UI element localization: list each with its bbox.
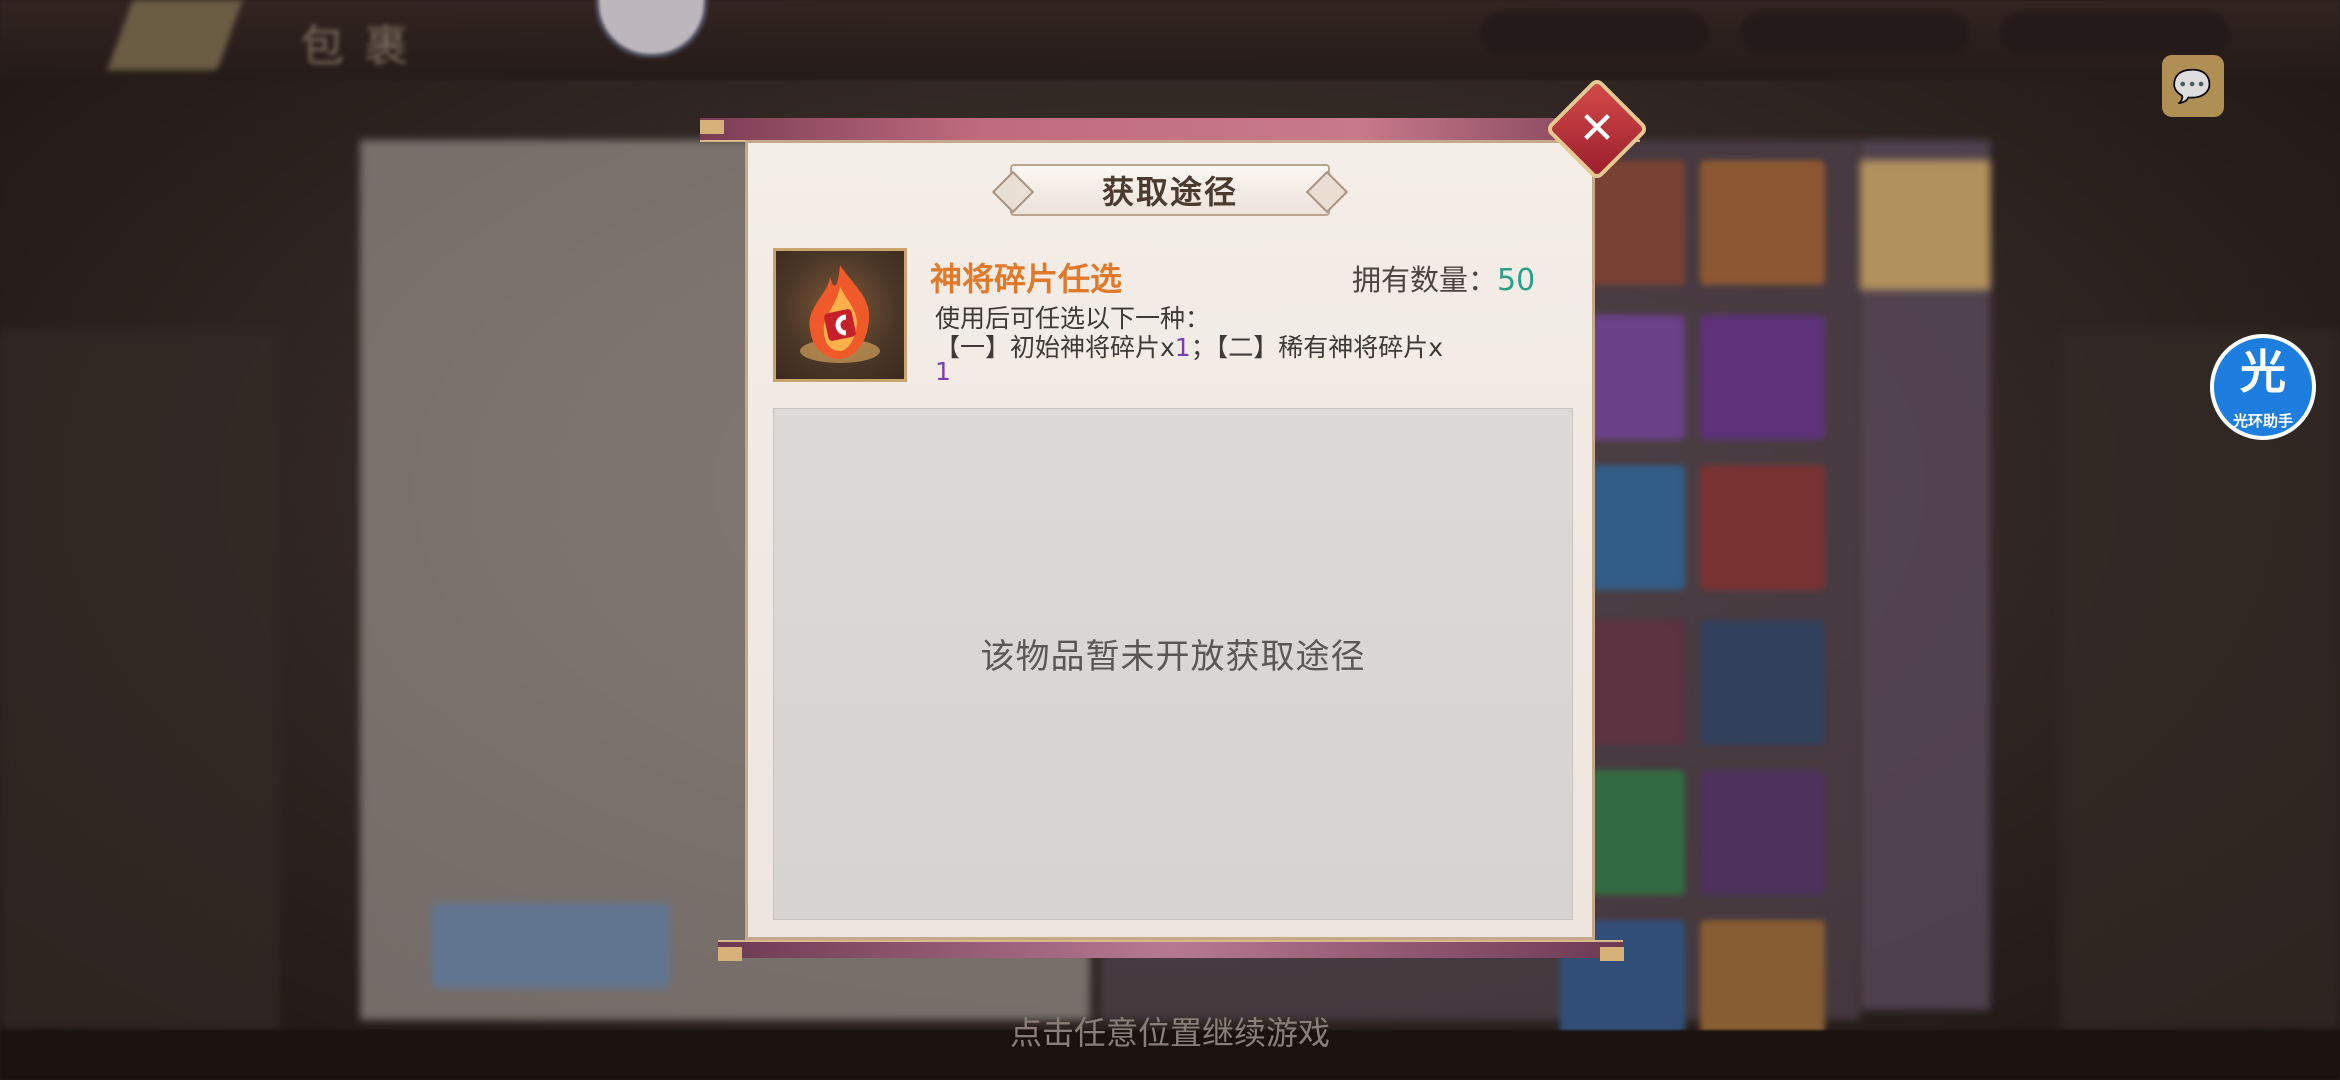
option-two-text: ；【二】稀有神将碎片x — [1190, 333, 1443, 362]
item-description-line: 【一】初始神将碎片x1；【二】稀有神将碎片x — [935, 328, 1443, 364]
tap-to-continue-hint[interactable]: 点击任意位置继续游戏 — [0, 1008, 2340, 1054]
dialog-title-plate: 获取途径 — [991, 164, 1349, 216]
chat-bubble-icon: 💬 — [2172, 67, 2212, 105]
obtain-source-list: 该物品暂未开放获取途径 — [773, 408, 1573, 920]
ornament-cap — [718, 947, 742, 961]
helper-label: 光环助手 — [2232, 412, 2293, 430]
dialog-top-ornament — [700, 118, 1640, 142]
owned-value: 50 — [1497, 263, 1536, 298]
helper-logo-icon: 光 — [2240, 345, 2286, 399]
chat-button[interactable]: 💬 — [2162, 55, 2224, 117]
dialog-bottom-ornament — [718, 940, 1623, 958]
owned-count: 拥有数量：50 — [1352, 257, 1535, 299]
option-one-text: 【一】初始神将碎片x — [935, 333, 1175, 362]
ornament-cap — [700, 120, 724, 134]
close-icon[interactable]: ✕ — [1579, 103, 1616, 154]
item-name: 神将碎片任选 — [930, 260, 1123, 298]
flame-shard-icon — [800, 265, 880, 363]
empty-state-message: 该物品暂未开放获取途径 — [980, 636, 1366, 677]
option-two-qty: 1 — [935, 357, 951, 386]
dialog-title: 获取途径 — [1101, 173, 1238, 211]
item-icon — [773, 248, 907, 382]
halo-assistant-button[interactable]: 光 光环助手 — [2210, 334, 2316, 440]
ornament-cap — [1600, 947, 1624, 961]
option-one-qty: 1 — [1174, 333, 1191, 362]
owned-label: 拥有数量： — [1352, 263, 1498, 297]
